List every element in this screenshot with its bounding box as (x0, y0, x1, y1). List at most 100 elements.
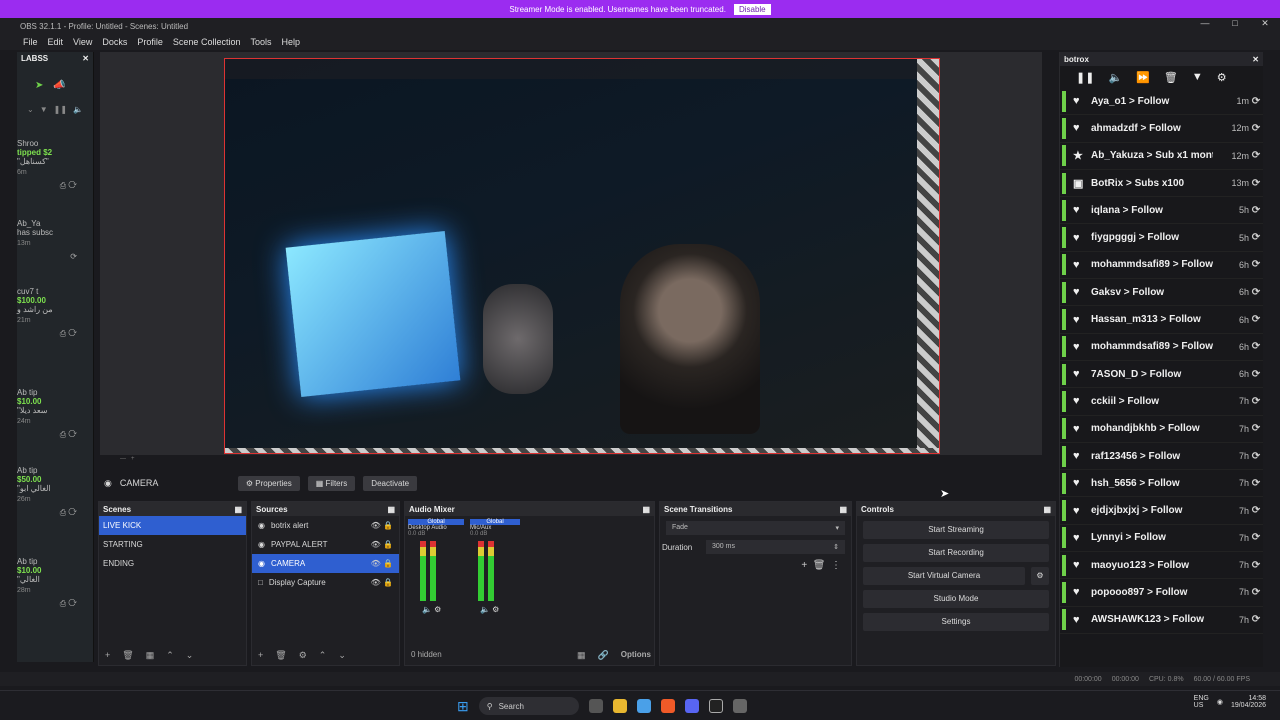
replay-icon[interactable]: ⟳ (1249, 232, 1263, 243)
down-icon[interactable]: ⌄ (338, 650, 346, 661)
replay-icon[interactable]: ⟳ (1249, 451, 1263, 462)
menu-view[interactable]: View (73, 37, 92, 47)
replay-icon[interactable]: ⎙ ⟳ (17, 181, 77, 190)
windows-start-icon[interactable]: ⊞ (457, 698, 469, 715)
menu-profile[interactable]: Profile (137, 37, 163, 47)
replay-icon[interactable]: ⟳ (1249, 259, 1263, 270)
properties-button[interactable]: ⚙ Properties (237, 475, 300, 491)
send-icon[interactable]: ➤ (35, 80, 43, 91)
store-icon[interactable] (636, 699, 651, 713)
replay-icon[interactable]: ⟳ (1249, 505, 1263, 516)
down-icon[interactable]: ⌄ (186, 650, 194, 661)
options-button[interactable]: Options (621, 650, 651, 661)
add-icon[interactable]: + (801, 560, 807, 571)
replay-icon[interactable]: ⟳ (1249, 369, 1263, 380)
eye-icon[interactable]: 👁 🔒 (371, 559, 393, 568)
chevron-down-icon[interactable]: ⌄ (27, 105, 34, 114)
replay-icon[interactable]: ⟳ (1249, 587, 1263, 598)
language-indicator[interactable]: ENG US (1194, 695, 1209, 709)
program-preview[interactable] (100, 52, 1042, 455)
brave-icon[interactable] (660, 699, 675, 713)
menu-docks[interactable]: Docks (102, 37, 127, 47)
eye-icon[interactable]: 👁 🔒 (371, 540, 393, 549)
megaphone-icon[interactable]: 📣 (53, 80, 65, 91)
trash-icon[interactable]: 🗑 (1164, 71, 1178, 84)
undock-icon[interactable]: ▦ (387, 505, 395, 514)
replay-icon[interactable]: ⟳ (1249, 123, 1263, 134)
volume-icon[interactable]: 🔈 (73, 105, 83, 114)
menu-scene-collection[interactable]: Scene Collection (173, 37, 241, 47)
start-virtual-camera-button[interactable]: Start Virtual Camera (863, 567, 1025, 585)
replay-icon[interactable]: ⟳ (1249, 423, 1263, 434)
replay-icon[interactable]: ⟳ (1249, 396, 1263, 407)
scene-item[interactable]: ENDING (99, 554, 246, 573)
menu-tools[interactable]: Tools (250, 37, 271, 47)
replay-icon[interactable]: ⟳ (1249, 478, 1263, 489)
filter-icon[interactable]: ▦ (146, 650, 155, 661)
close-icon[interactable]: ✕ (82, 54, 89, 64)
gear-icon[interactable]: ⚙ (1217, 71, 1227, 84)
pause-icon[interactable]: ❚❚ (54, 105, 67, 114)
mute-icon[interactable]: 🔈 ⚙ (470, 605, 520, 614)
app-icon[interactable] (732, 699, 747, 713)
volume-icon[interactable]: 🔈 (1108, 71, 1122, 84)
settings-button[interactable]: Settings (863, 613, 1049, 631)
source-item[interactable]: ◉ PAYPAL ALERT 👁 🔒 (252, 535, 399, 554)
disable-button[interactable]: Disable (733, 3, 771, 15)
close-icon[interactable]: ✕ (1252, 55, 1259, 64)
menu-help[interactable]: Help (281, 37, 300, 47)
filter-icon[interactable]: ▼ (1192, 71, 1203, 83)
menu-file[interactable]: File (23, 37, 38, 47)
skip-icon[interactable]: ⏩ (1136, 71, 1150, 84)
up-icon[interactable]: ⌃ (319, 650, 327, 661)
replay-icon[interactable]: ⟳ (17, 252, 77, 261)
add-icon[interactable]: + (105, 650, 110, 661)
replay-icon[interactable]: ⟳ (1249, 96, 1263, 107)
explorer-icon[interactable] (612, 699, 627, 713)
up-icon[interactable]: ⌃ (166, 650, 174, 661)
scene-item[interactable]: STARTING (99, 535, 246, 554)
source-item[interactable]: ◉ botrix alert 👁 🔒 (252, 516, 399, 535)
replay-icon[interactable]: ⟳ (1249, 614, 1263, 625)
mute-icon[interactable]: 🔈 ⚙ (408, 605, 464, 614)
start-streaming-button[interactable]: Start Streaming (863, 521, 1049, 539)
scene-item[interactable]: LIVE KICK (99, 516, 246, 535)
filters-button[interactable]: ▦ Filters (307, 475, 356, 491)
zoom-bar[interactable]: — + (100, 456, 1042, 466)
trash-icon[interactable]: 🗑 (813, 560, 826, 571)
replay-icon[interactable]: ⟳ (1249, 532, 1263, 543)
replay-icon[interactable]: ⎙ ⟳ (17, 329, 77, 338)
link-icon[interactable]: 🔗 (598, 650, 609, 661)
eye-icon[interactable]: 👁 🔒 (371, 521, 393, 530)
replay-icon[interactable]: ⟳ (1249, 314, 1263, 325)
clock-date[interactable]: 19/04/2026 (1231, 702, 1266, 709)
gear-icon[interactable]: ⚙ (299, 650, 307, 661)
replay-icon[interactable]: ⟳ (1249, 341, 1263, 352)
more-icon[interactable]: ⋮ (831, 560, 841, 571)
layout-icon[interactable]: ▦ (577, 650, 586, 661)
close-icon[interactable]: ✕ (1250, 18, 1280, 29)
source-item[interactable]: ◉ CAMERA 👁 🔒 (252, 554, 399, 573)
replay-icon[interactable]: ⟳ (1249, 205, 1263, 216)
start-recording-button[interactable]: Start Recording (863, 544, 1049, 562)
undock-icon[interactable]: ▦ (642, 505, 650, 514)
minimize-icon[interactable]: — (1190, 18, 1220, 29)
studio-mode-button[interactable]: Studio Mode (863, 590, 1049, 608)
obs-icon[interactable] (708, 699, 723, 713)
trash-icon[interactable]: 🗑 (122, 650, 133, 661)
deactivate-button[interactable]: Deactivate (363, 475, 418, 491)
pause-icon[interactable]: ❚❚ (1076, 71, 1094, 84)
replay-icon[interactable]: ⎙ ⟳ (17, 430, 77, 439)
undock-icon[interactable]: ▦ (234, 505, 242, 514)
gear-icon[interactable]: ⚙ (1031, 567, 1049, 585)
source-item[interactable]: □ Display Capture 👁 🔒 (252, 573, 399, 592)
taskbar-search[interactable]: ⚲ Search (478, 697, 579, 715)
eye-icon[interactable]: 👁 🔒 (371, 578, 393, 587)
discord-icon[interactable] (684, 699, 699, 713)
transition-select[interactable]: Fade ▾ (666, 521, 845, 535)
replay-icon[interactable]: ⟳ (1249, 150, 1263, 161)
taskview-icon[interactable] (588, 699, 603, 713)
replay-icon[interactable]: ⟳ (1249, 560, 1263, 571)
replay-icon[interactable]: ⎙ ⟳ (17, 508, 77, 517)
add-icon[interactable]: + (258, 650, 263, 661)
